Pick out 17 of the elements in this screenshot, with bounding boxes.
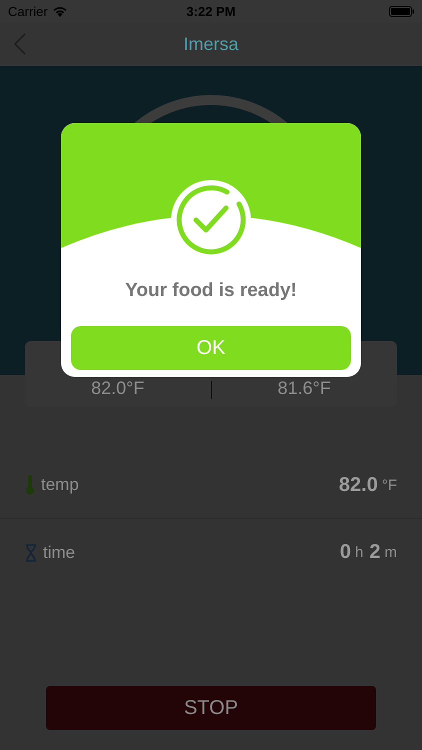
stop-button[interactable]: STOP	[46, 686, 376, 730]
reading-value: 2	[369, 541, 380, 564]
reading-unit: °F	[382, 476, 397, 494]
dialog-message: Your food is ready!	[125, 280, 297, 302]
reading-label: temp	[41, 475, 80, 495]
reading-unit: h	[355, 544, 364, 561]
wifi-icon	[52, 6, 67, 16]
reading-value: 0	[340, 541, 352, 564]
current-temperature: 82.0°F	[90, 378, 146, 399]
reading-value: 82.0	[338, 474, 378, 496]
thermometer-icon	[25, 475, 35, 495]
screen-title: Imersa	[183, 34, 238, 54]
reading-label: time	[43, 542, 76, 562]
hourglass-icon	[25, 544, 37, 562]
battery-icon	[389, 6, 414, 16]
reading-unit: m	[384, 544, 397, 561]
target-temperature: 81.6°F	[276, 378, 332, 399]
